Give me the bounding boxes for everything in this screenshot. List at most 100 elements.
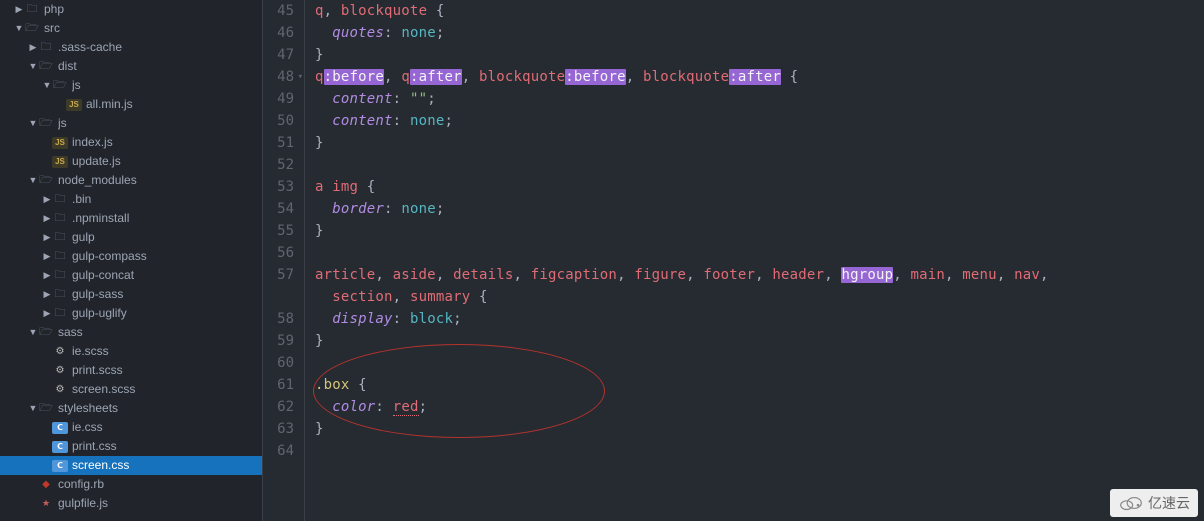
file-row-update-js[interactable]: ▶update.js (0, 152, 262, 171)
folder-row--bin[interactable]: ▶ .bin (0, 190, 262, 209)
folder-icon (52, 228, 68, 247)
folder-icon (38, 171, 54, 190)
folder-row-gulp-concat[interactable]: ▶gulp-concat (0, 266, 262, 285)
code-line[interactable]: color: red; (315, 396, 1204, 418)
file-row-print-scss[interactable]: ▶print.scss (0, 361, 262, 380)
disclosure-triangle[interactable]: ▼ (28, 114, 38, 133)
tree-item-label: dist (58, 57, 262, 76)
disclosure-triangle[interactable]: ▼ (28, 323, 38, 342)
file-row-ie-css[interactable]: ▶ie.css (0, 418, 262, 437)
folder-row-php[interactable]: ▶php (0, 0, 262, 19)
code-line[interactable]: } (315, 132, 1204, 154)
code-line[interactable]: .box { (315, 374, 1204, 396)
code-line[interactable]: } (315, 220, 1204, 242)
jsfile-icon (38, 494, 54, 513)
code-line[interactable]: article, aside, details, figcaption, fig… (315, 264, 1204, 286)
line-number: 60 (263, 352, 294, 374)
code-line[interactable] (315, 154, 1204, 176)
tree-item-label: .bin (72, 190, 262, 209)
code-line[interactable]: quotes: none; (315, 22, 1204, 44)
folder-row--sass-cache[interactable]: ▶ .sass-cache (0, 38, 262, 57)
line-number: 58 (263, 308, 294, 330)
code-line[interactable] (315, 242, 1204, 264)
folder-row-node-modules[interactable]: ▼node_modules (0, 171, 262, 190)
css-icon (52, 441, 68, 453)
folder-icon (38, 57, 54, 76)
file-row-config-rb[interactable]: ▶config.rb (0, 475, 262, 494)
tree-item-label: gulpfile.js (58, 494, 262, 513)
file-row-print-css[interactable]: ▶print.css (0, 437, 262, 456)
line-number: 47 (263, 44, 294, 66)
disclosure-triangle[interactable]: ▶ (42, 228, 52, 247)
cloud-icon (1118, 495, 1144, 511)
disclosure-triangle[interactable]: ▼ (28, 399, 38, 418)
code-line-wrap[interactable]: section, summary { (315, 286, 1204, 308)
disclosure-triangle[interactable]: ▶ (14, 0, 24, 19)
editor-area: 45464748495051525354555657 5859606162636… (263, 0, 1204, 521)
file-row-all-min-js[interactable]: ▶all.min.js (0, 95, 262, 114)
code-line[interactable]: display: block; (315, 308, 1204, 330)
code-line[interactable] (315, 352, 1204, 374)
folder-row-gulp-compass[interactable]: ▶gulp-compass (0, 247, 262, 266)
folder-icon (38, 114, 54, 133)
line-number: 62 (263, 396, 294, 418)
code-content[interactable]: q, blockquote { quotes: none;}q:before, … (305, 0, 1204, 521)
folder-row-stylesheets[interactable]: ▼stylesheets (0, 399, 262, 418)
disclosure-triangle[interactable]: ▼ (42, 76, 52, 95)
tree-item-label: index.js (72, 133, 262, 152)
js-icon (52, 156, 68, 168)
disclosure-triangle[interactable]: ▼ (28, 171, 38, 190)
disclosure-triangle[interactable]: ▼ (28, 57, 38, 76)
file-tree[interactable]: ▶php▼src▶.sass-cache▼dist▼js▶all.min.js▼… (0, 0, 263, 521)
css-icon (52, 460, 68, 472)
disclosure-triangle[interactable]: ▶ (42, 285, 52, 304)
tree-item-label: src (44, 19, 262, 38)
disclosure-triangle[interactable]: ▶ (42, 190, 52, 209)
folder-icon (24, 0, 40, 19)
code-line[interactable]: } (315, 44, 1204, 66)
folder-row-gulp-sass[interactable]: ▶ gulp-sass (0, 285, 262, 304)
app-root: ▶php▼src▶.sass-cache▼dist▼js▶all.min.js▼… (0, 0, 1204, 521)
code-line[interactable]: } (315, 330, 1204, 352)
code-line[interactable]: content: ""; (315, 88, 1204, 110)
code-line[interactable]: q, blockquote { (315, 0, 1204, 22)
disclosure-triangle[interactable]: ▶ (28, 38, 38, 57)
code-line[interactable]: } (315, 418, 1204, 440)
folder-row-src[interactable]: ▼ src (0, 19, 262, 38)
code-line[interactable]: border: none; (315, 198, 1204, 220)
tree-item-label: ie.scss (72, 342, 262, 361)
disclosure-triangle[interactable]: ▼ (14, 19, 24, 38)
disclosure-triangle[interactable]: ▶ (42, 266, 52, 285)
folder-row-js[interactable]: ▼ js (0, 114, 262, 133)
folder-row-gulp[interactable]: ▶gulp (0, 228, 262, 247)
js-icon (66, 99, 82, 111)
folder-row-gulp-uglify[interactable]: ▶ gulp-uglify (0, 304, 262, 323)
file-row-index-js[interactable]: ▶index.js (0, 133, 262, 152)
folder-row-dist[interactable]: ▼ dist (0, 57, 262, 76)
folder-icon (52, 285, 68, 304)
folder-row-js[interactable]: ▼js (0, 76, 262, 95)
file-row-screen-css[interactable]: ▶screen.css (0, 456, 262, 475)
code-line[interactable] (315, 440, 1204, 462)
file-row-screen-scss[interactable]: ▶screen.scss (0, 380, 262, 399)
code-line[interactable]: content: none; (315, 110, 1204, 132)
js-icon (52, 137, 68, 149)
disclosure-triangle[interactable]: ▶ (42, 247, 52, 266)
line-number: 59 (263, 330, 294, 352)
code-line[interactable]: q:before, q:after, blockquote:before, bl… (315, 66, 1204, 88)
tree-item-label: config.rb (58, 475, 262, 494)
disclosure-triangle[interactable]: ▶ (42, 304, 52, 323)
tree-item-label: gulp-uglify (72, 304, 262, 323)
tree-item-label: .sass-cache (58, 38, 262, 57)
folder-icon (38, 399, 54, 418)
code-line[interactable]: a img { (315, 176, 1204, 198)
watermark-text: 亿速云 (1148, 493, 1190, 513)
tree-item-label: js (58, 114, 262, 133)
tree-item-label: update.js (72, 152, 262, 171)
folder-row-sass[interactable]: ▼sass (0, 323, 262, 342)
file-row-gulpfile-js[interactable]: ▶gulpfile.js (0, 494, 262, 513)
tree-item-label: gulp-sass (72, 285, 262, 304)
disclosure-triangle[interactable]: ▶ (42, 209, 52, 228)
folder-row--npminstall[interactable]: ▶.npminstall (0, 209, 262, 228)
file-row-ie-scss[interactable]: ▶ie.scss (0, 342, 262, 361)
